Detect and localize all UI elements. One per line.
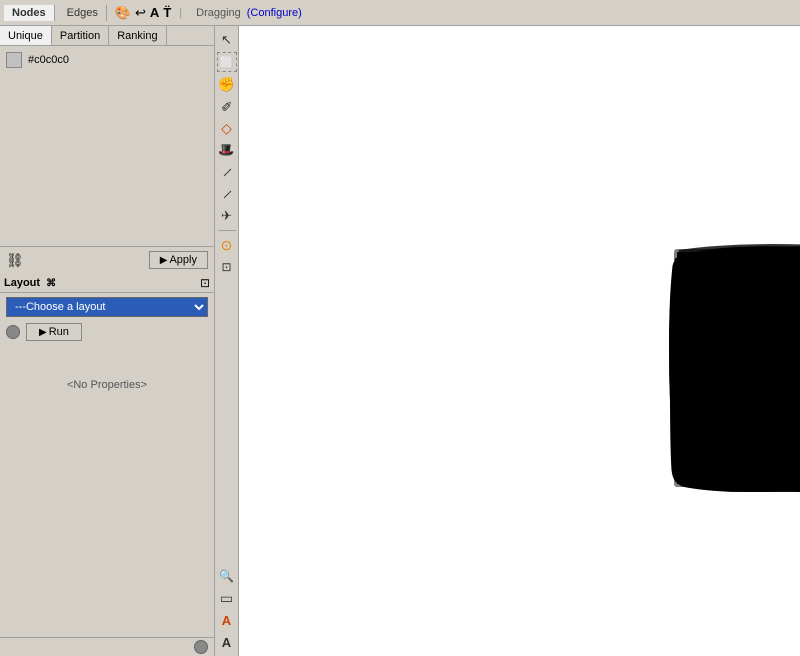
layout-panel-header[interactable]: Layout ⌘ ⊡ bbox=[0, 273, 214, 293]
bottom-indicator-dot bbox=[194, 640, 208, 654]
select-tool-btn[interactable]: ↖ bbox=[217, 30, 237, 50]
rect-select-tool-btn[interactable]: ⬜ bbox=[217, 52, 237, 72]
run-dot bbox=[6, 325, 20, 339]
color-label-0: #c0c0c0 bbox=[28, 54, 69, 66]
vertical-toolbar: ↖ ⬜ ✊ ✏ ◇ 🎩 ─ ─ ✈ ⊙ ⊡ 🔍 ▭ A A bbox=[215, 26, 239, 656]
left-panel: Unique Partition Ranking #c0c0c0 ⛓ ▶ App… bbox=[0, 26, 215, 656]
layout-dropdown-row: ---Choose a layout bbox=[0, 293, 214, 321]
top-toolbar: Nodes Edges 🎨 ↩ A T̈ | Dragging (Configu… bbox=[0, 0, 800, 26]
unique-tab[interactable]: Unique bbox=[0, 26, 52, 45]
font-a2-tool-btn[interactable]: A bbox=[217, 632, 237, 652]
drawn-shape bbox=[669, 244, 800, 492]
text-tab-icon[interactable]: A bbox=[150, 5, 159, 20]
apply-row: ⛓ ▶ Apply bbox=[0, 246, 214, 273]
line2-tool-btn[interactable]: ─ bbox=[215, 180, 239, 208]
layout-maximize-icon[interactable]: ⊡ bbox=[200, 276, 210, 290]
color-entry-0[interactable]: #c0c0c0 bbox=[4, 50, 210, 70]
ranking-tab[interactable]: Ranking bbox=[109, 26, 166, 45]
plane-tool-btn[interactable]: ✈ bbox=[217, 206, 237, 226]
target-tool-btn[interactable]: ⊙ bbox=[217, 235, 237, 255]
gem-tool-btn[interactable]: ◇ bbox=[217, 118, 237, 138]
lasso-tool-btn[interactable]: ⊡ bbox=[217, 257, 237, 277]
rect-tool-btn[interactable]: ▭ bbox=[217, 588, 237, 608]
color-swatch-0[interactable] bbox=[6, 52, 22, 68]
run-row: ▶ Run bbox=[0, 321, 214, 345]
run-button[interactable]: ▶ Run bbox=[26, 323, 82, 341]
configure-link[interactable]: (Configure) bbox=[247, 7, 302, 19]
bottom-dot-row bbox=[0, 637, 214, 656]
toolbar-separator bbox=[218, 230, 236, 231]
edges-tab[interactable]: Edges bbox=[59, 5, 107, 21]
partition-tab[interactable]: Partition bbox=[52, 26, 109, 45]
text2-tab-icon[interactable]: T̈ bbox=[163, 5, 171, 20]
sub-tabs-row: Unique Partition Ranking bbox=[0, 26, 214, 46]
canvas-area[interactable] bbox=[239, 26, 800, 656]
layout-panel-title: Layout ⌘ bbox=[4, 277, 56, 289]
zoom-tool-btn[interactable]: 🔍 bbox=[217, 566, 237, 586]
font-a-tool-btn[interactable]: A bbox=[217, 610, 237, 630]
link-icon[interactable]: ⛓ bbox=[6, 252, 24, 269]
properties-area: <No Properties> bbox=[0, 345, 214, 425]
no-properties-label: <No Properties> bbox=[67, 379, 147, 391]
layout-select[interactable]: ---Choose a layout bbox=[6, 297, 208, 317]
pencil-tool-btn[interactable]: ✏ bbox=[215, 92, 239, 120]
nodes-tab[interactable]: Nodes bbox=[4, 5, 55, 21]
history-tab-icon[interactable]: ↩ bbox=[135, 5, 146, 21]
main-area: Unique Partition Ranking #c0c0c0 ⛓ ▶ App… bbox=[0, 26, 800, 656]
color-list-area: #c0c0c0 bbox=[0, 46, 214, 246]
color-tab-icon[interactable]: 🎨 bbox=[115, 5, 131, 21]
mode-label: Dragging bbox=[196, 7, 241, 19]
apply-button[interactable]: ▶ Apply bbox=[149, 251, 208, 269]
